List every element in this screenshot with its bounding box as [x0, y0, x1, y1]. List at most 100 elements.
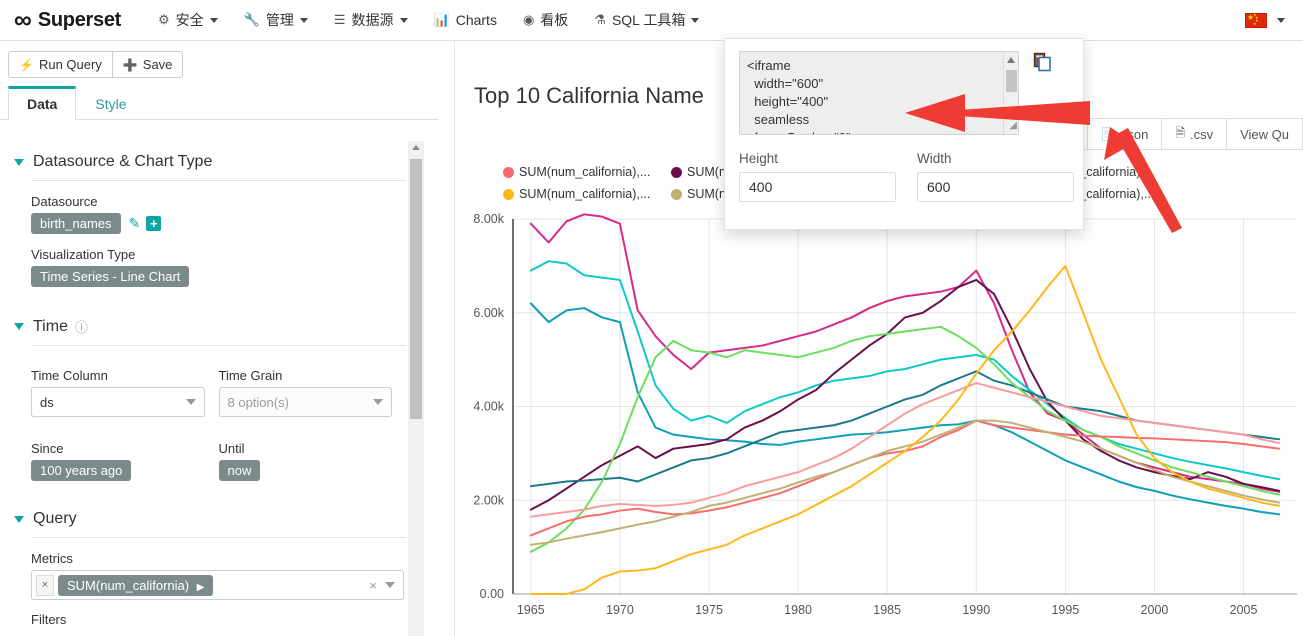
- nav-item-manage[interactable]: 🔧 管理: [231, 0, 321, 41]
- since-until-row: Since 100 years ago Until now: [31, 428, 406, 481]
- viz-type-label: Visualization Type: [31, 247, 136, 262]
- export-json-button[interactable]: 📄 .json: [1086, 118, 1162, 150]
- brand-label: Superset: [37, 8, 122, 31]
- csv-file-icon: 🗎: [1175, 125, 1185, 140]
- section-query[interactable]: Query: [14, 510, 406, 528]
- top-navbar: ∞ Superset ⚙ 安全 🔧 管理 ☰ 数据源 📊 Charts ◉ 看板…: [0, 0, 1303, 41]
- section-datasource-chart-type[interactable]: Datasource & Chart Type: [14, 153, 406, 171]
- legend-item[interactable]: SUM(num_california),...: [503, 183, 671, 205]
- scroll-up-arrow-icon[interactable]: [412, 145, 420, 150]
- legend-item-label: SUM(num_california),...: [519, 165, 651, 179]
- x-axis-tick-label: 1975: [695, 603, 723, 617]
- nav-item-datasources[interactable]: ☰ 数据源: [321, 0, 421, 41]
- chevron-down-icon: [1277, 18, 1285, 23]
- x-axis-tick-label: 1965: [517, 603, 545, 617]
- bar-chart-icon: 📊: [433, 12, 450, 27]
- section-time-title: Time: [33, 317, 68, 335]
- x-axis-tick-label: 2005: [1230, 603, 1258, 617]
- flask-icon: ⚗: [594, 12, 606, 27]
- datasource-value[interactable]: birth_names: [31, 213, 121, 234]
- scrollbar-thumb[interactable]: [410, 159, 422, 419]
- tab-style[interactable]: Style: [76, 86, 145, 120]
- control-panel: ⚡ Run Query ➕ Save Data Style Datasource…: [0, 41, 438, 636]
- until-label: Until: [218, 441, 245, 456]
- textarea-resize-handle[interactable]: ◢: [1005, 121, 1017, 133]
- time-column-select[interactable]: ds: [31, 387, 205, 417]
- embed-code-popover: <iframe width="600" height="400" seamles…: [724, 38, 1084, 230]
- nav-item-charts[interactable]: 📊 Charts: [421, 0, 510, 41]
- metrics-select[interactable]: × SUM(num_california) ▶ ×: [31, 570, 404, 600]
- embed-code-textarea[interactable]: <iframe width="600" height="400" seamles…: [739, 51, 1019, 135]
- chart-series-line: [529, 419, 1281, 537]
- until-value[interactable]: now: [218, 460, 261, 481]
- nav-item-security-label: 安全: [175, 12, 204, 28]
- query-action-bar: ⚡ Run Query ➕ Save: [0, 41, 438, 86]
- x-axis-tick-label: 1980: [784, 603, 812, 617]
- nav-item-charts-label: Charts: [455, 12, 497, 28]
- legend-color-dot: [503, 188, 514, 200]
- control-panel-scrollbar[interactable]: [408, 141, 424, 636]
- x-axis-tick-label: 1990: [962, 603, 990, 617]
- legend-color-dot: [503, 166, 514, 178]
- viz-type-row: Time Series - Line Chart: [31, 266, 406, 287]
- export-csv-label: .csv: [1189, 126, 1214, 142]
- time-column-value: ds: [40, 394, 54, 410]
- plus-icon[interactable]: +: [146, 216, 162, 231]
- chevron-down-icon: [385, 582, 395, 588]
- since-label: Since: [31, 441, 64, 456]
- time-grain-label: Time Grain: [218, 368, 283, 383]
- nav-item-sql-lab-label: SQL 工具箱: [611, 12, 686, 28]
- json-file-icon: 📄: [1100, 127, 1116, 141]
- legend-item[interactable]: SUM(num_california),...: [503, 161, 671, 183]
- control-panel-tabs: Data Style: [0, 86, 438, 120]
- page-title: Top 10 California Name: [474, 83, 704, 108]
- time-grain-select[interactable]: 8 option(s): [218, 387, 392, 417]
- section-divider: [31, 180, 406, 181]
- nav-item-manage-label: 管理: [265, 12, 294, 28]
- copy-icon[interactable]: [1030, 49, 1056, 75]
- datasource-label: Datasource: [31, 194, 98, 209]
- wrench-icon: 🔧: [243, 12, 260, 27]
- metrics-clear-icon[interactable]: ×: [369, 578, 377, 593]
- run-query-button[interactable]: ⚡ Run Query: [8, 51, 113, 78]
- scroll-up-arrow-icon[interactable]: [1007, 57, 1015, 63]
- y-axis-tick-label: 8.00k: [473, 212, 504, 226]
- section-divider: [31, 345, 406, 346]
- y-axis-tick-label: 4.00k: [473, 400, 504, 414]
- y-axis-tick-label: 0.00: [480, 587, 504, 601]
- scrollbar-thumb[interactable]: [1006, 70, 1017, 92]
- infinity-logo-icon: ∞: [14, 5, 32, 34]
- chevron-down-icon: [185, 399, 196, 405]
- width-input[interactable]: [917, 172, 1074, 202]
- database-icon: ☰: [333, 12, 346, 27]
- edit-icon[interactable]: ✎: [129, 215, 141, 232]
- chart-series-line: [529, 302, 1281, 516]
- scroll-down-arrow-icon[interactable]: [1007, 108, 1015, 114]
- save-label: Save: [142, 57, 173, 72]
- legend-color-dot: [671, 188, 682, 200]
- view-query-button[interactable]: View Qu: [1226, 118, 1303, 150]
- nav-item-sql-lab[interactable]: ⚗ SQL 工具箱: [581, 0, 712, 41]
- copy-icon-glyph: [1033, 52, 1051, 72]
- since-value[interactable]: 100 years ago: [31, 460, 132, 481]
- info-circle-icon[interactable]: ⓘ: [75, 317, 88, 336]
- superset-brand-link[interactable]: ∞ Superset: [14, 5, 122, 34]
- caret-down-icon: [14, 323, 24, 330]
- export-csv-button[interactable]: 🗎 .csv: [1161, 118, 1227, 150]
- viz-type-value[interactable]: Time Series - Line Chart: [31, 266, 190, 287]
- nav-item-security[interactable]: ⚙ 安全: [145, 0, 231, 41]
- tab-data[interactable]: Data: [8, 86, 77, 120]
- y-axis-tick-label: 6.00k: [473, 306, 504, 320]
- caret-down-icon: [14, 515, 24, 523]
- section-time[interactable]: Time ⓘ: [14, 317, 406, 336]
- x-axis-tick-label: 1985: [873, 603, 901, 617]
- run-query-label: Run Query: [38, 57, 102, 72]
- height-input[interactable]: [739, 172, 896, 202]
- caret-right-icon: ▶: [196, 581, 205, 593]
- metric-remove-icon[interactable]: ×: [36, 574, 54, 596]
- control-panel-body: Datasource & Chart Type Datasource birth…: [0, 137, 420, 636]
- save-button[interactable]: ➕ Save: [112, 51, 184, 78]
- nav-item-dashboards[interactable]: ◉ 看板: [510, 0, 581, 41]
- language-selector[interactable]: ★ ★ ★ ★ ★: [1237, 0, 1293, 41]
- metric-value[interactable]: SUM(num_california) ▶: [58, 574, 214, 596]
